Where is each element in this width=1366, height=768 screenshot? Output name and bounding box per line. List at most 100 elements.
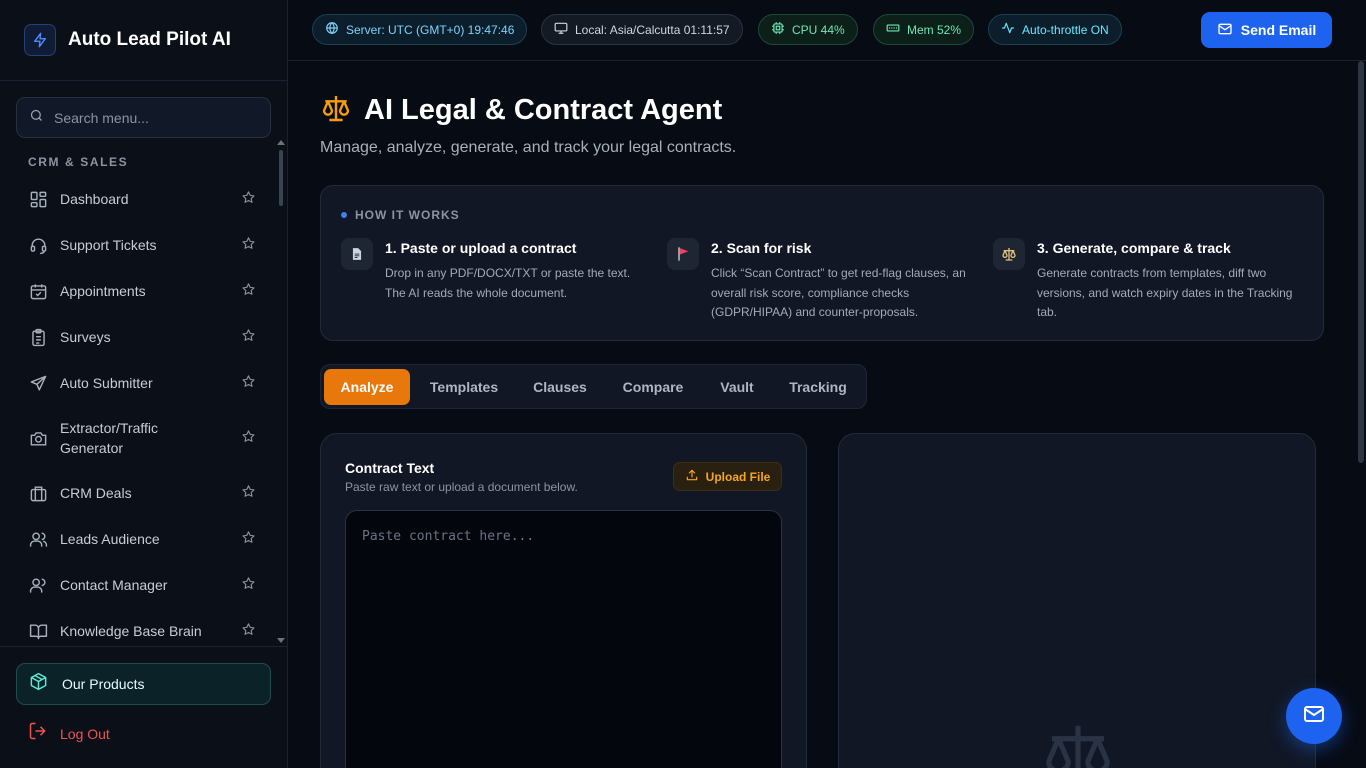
scroll-down-arrow[interactable] bbox=[277, 638, 285, 643]
tab-analyze[interactable]: Analyze bbox=[324, 369, 410, 405]
sidebar-item-label: Appointments bbox=[60, 283, 146, 299]
step-title: 3. Generate, compare & track bbox=[1037, 240, 1231, 256]
calendar-check-icon bbox=[28, 281, 48, 301]
sidebar-footer: Our Products Log Out bbox=[0, 646, 287, 768]
tab-vault[interactable]: Vault bbox=[707, 369, 767, 405]
logout-button[interactable]: Log Out bbox=[28, 721, 110, 746]
memory-badge: Mem 52% bbox=[873, 14, 975, 45]
sidebar-item-surveys[interactable]: Surveys bbox=[16, 314, 274, 360]
search-input[interactable] bbox=[54, 109, 254, 126]
sidebar-item-label: Auto Submitter bbox=[60, 375, 153, 391]
upload-file-button[interactable]: Upload File bbox=[673, 462, 782, 491]
grid-icon bbox=[28, 189, 48, 209]
step-title: 1. Paste or upload a contract bbox=[385, 240, 577, 256]
cpu-text: CPU 44% bbox=[792, 22, 845, 37]
contacts-icon bbox=[28, 575, 48, 595]
memory-text: Mem 52% bbox=[907, 22, 962, 37]
sidebar-item-appointments[interactable]: Appointments bbox=[16, 268, 274, 314]
page-subtitle: Manage, analyze, generate, and track you… bbox=[320, 139, 737, 156]
star-icon[interactable] bbox=[241, 576, 256, 594]
star-icon[interactable] bbox=[241, 429, 256, 447]
tab-compare[interactable]: Compare bbox=[611, 369, 695, 405]
send-email-button[interactable]: Send Email bbox=[1201, 12, 1332, 48]
step-title: 2. Scan for risk bbox=[711, 240, 812, 256]
step-description: Click “Scan Contract” to get red-flag cl… bbox=[711, 266, 966, 319]
briefcase-icon bbox=[28, 483, 48, 503]
server-time-text: Server: UTC (GMT+0) 19:47:46 bbox=[346, 22, 515, 37]
sidebar-item-leads-audience[interactable]: Leads Audience bbox=[16, 516, 274, 562]
scales-icon bbox=[320, 92, 352, 129]
sidebar-item-label: Knowledge Base Brain bbox=[60, 623, 202, 639]
cpu-icon bbox=[771, 21, 785, 38]
contract-input-card: Contract Text Paste raw text or upload a… bbox=[320, 433, 807, 768]
sidebar-item-label: Surveys bbox=[60, 329, 111, 345]
sidebar-item-label: Support Tickets bbox=[60, 237, 157, 253]
sidebar-item-dashboard[interactable]: Dashboard bbox=[16, 176, 274, 222]
scales-icon bbox=[993, 238, 1025, 270]
tab-bar: Analyze Templates Clauses Compare Vault … bbox=[320, 364, 867, 409]
star-icon[interactable] bbox=[241, 236, 256, 254]
local-time-badge: Local: Asia/Calcutta 01:11:57 bbox=[541, 14, 743, 45]
logout-label: Log Out bbox=[60, 725, 110, 742]
server-time-badge: Server: UTC (GMT+0) 19:47:46 bbox=[312, 14, 528, 45]
upload-icon bbox=[685, 468, 699, 485]
sidebar-item-label: Contact Manager bbox=[60, 577, 168, 593]
main-scrollbar-thumb[interactable] bbox=[1358, 61, 1364, 463]
floating-mail-button[interactable] bbox=[1286, 688, 1342, 744]
cpu-badge: CPU 44% bbox=[758, 14, 858, 45]
sidebar-item-knowledge-base-brain[interactable]: Knowledge Base Brain bbox=[16, 608, 274, 644]
red-flag-icon bbox=[667, 238, 699, 270]
search-box[interactable] bbox=[16, 97, 271, 138]
sidebar-item-crm-deals[interactable]: CRM Deals bbox=[16, 470, 274, 516]
how-it-works-text: HOW IT WORKS bbox=[355, 208, 460, 222]
tab-templates[interactable]: Templates bbox=[417, 369, 511, 405]
mail-icon bbox=[1302, 702, 1326, 731]
clipboard-list-icon bbox=[28, 327, 48, 347]
auto-throttle-text: Auto-throttle ON bbox=[1022, 22, 1109, 37]
sidebar-nav: Dashboard Support Tickets Appointments S… bbox=[16, 176, 274, 644]
memory-icon bbox=[886, 21, 900, 38]
tab-clauses[interactable]: Clauses bbox=[521, 369, 599, 405]
page-title-text: AI Legal & Contract Agent bbox=[364, 94, 723, 126]
upload-file-label: Upload File bbox=[705, 469, 771, 484]
sidebar-scrollbar[interactable] bbox=[279, 150, 283, 206]
brand-name: Auto Lead Pilot AI bbox=[68, 29, 231, 50]
document-icon bbox=[341, 238, 373, 270]
sidebar-item-contact-manager[interactable]: Contact Manager bbox=[16, 562, 274, 608]
step-description: Generate contracts from templates, diff … bbox=[1037, 266, 1293, 319]
how-it-works-label: HOW IT WORKS bbox=[341, 208, 460, 222]
sidebar-item-label: Dashboard bbox=[60, 191, 129, 207]
star-icon[interactable] bbox=[241, 282, 256, 300]
our-products-label: Our Products bbox=[62, 676, 145, 692]
headset-icon bbox=[28, 235, 48, 255]
our-products-button[interactable]: Our Products bbox=[16, 663, 271, 705]
sidebar-item-label: Leads Audience bbox=[60, 531, 160, 547]
lightning-icon bbox=[24, 24, 56, 56]
logout-icon bbox=[28, 721, 48, 746]
star-icon[interactable] bbox=[241, 622, 256, 640]
star-icon[interactable] bbox=[241, 328, 256, 346]
scroll-up-arrow[interactable] bbox=[277, 140, 285, 145]
sidebar-item-label: CRM Deals bbox=[60, 485, 132, 501]
local-time-text: Local: Asia/Calcutta 01:11:57 bbox=[575, 22, 730, 37]
how-it-works-panel: HOW IT WORKS 1. Paste or upload a contra… bbox=[320, 185, 1324, 341]
globe-icon bbox=[325, 21, 339, 38]
main-scrollbar[interactable] bbox=[1356, 61, 1366, 768]
step-description: Drop in any PDF/DOCX/TXT or paste the te… bbox=[385, 266, 631, 300]
sidebar-item-auto-submitter[interactable]: Auto Submitter bbox=[16, 360, 274, 406]
star-icon[interactable] bbox=[241, 530, 256, 548]
sidebar-item-label: Extractor/Traffic Generator bbox=[60, 420, 159, 456]
contract-textarea[interactable] bbox=[345, 510, 782, 768]
book-open-icon bbox=[28, 621, 48, 641]
auto-throttle-badge[interactable]: Auto-throttle ON bbox=[988, 14, 1122, 45]
star-icon[interactable] bbox=[241, 190, 256, 208]
contract-card-title: Contract Text bbox=[345, 460, 435, 476]
brand[interactable]: Auto Lead Pilot AI bbox=[0, 0, 287, 81]
section-label: CRM & SALES bbox=[28, 155, 129, 169]
search-icon bbox=[29, 108, 44, 128]
star-icon[interactable] bbox=[241, 374, 256, 392]
sidebar-item-support-tickets[interactable]: Support Tickets bbox=[16, 222, 274, 268]
star-icon[interactable] bbox=[241, 484, 256, 502]
sidebar-item-extractor-traffic-generator[interactable]: Extractor/Traffic Generator bbox=[16, 406, 274, 470]
tab-tracking[interactable]: Tracking bbox=[779, 369, 857, 405]
